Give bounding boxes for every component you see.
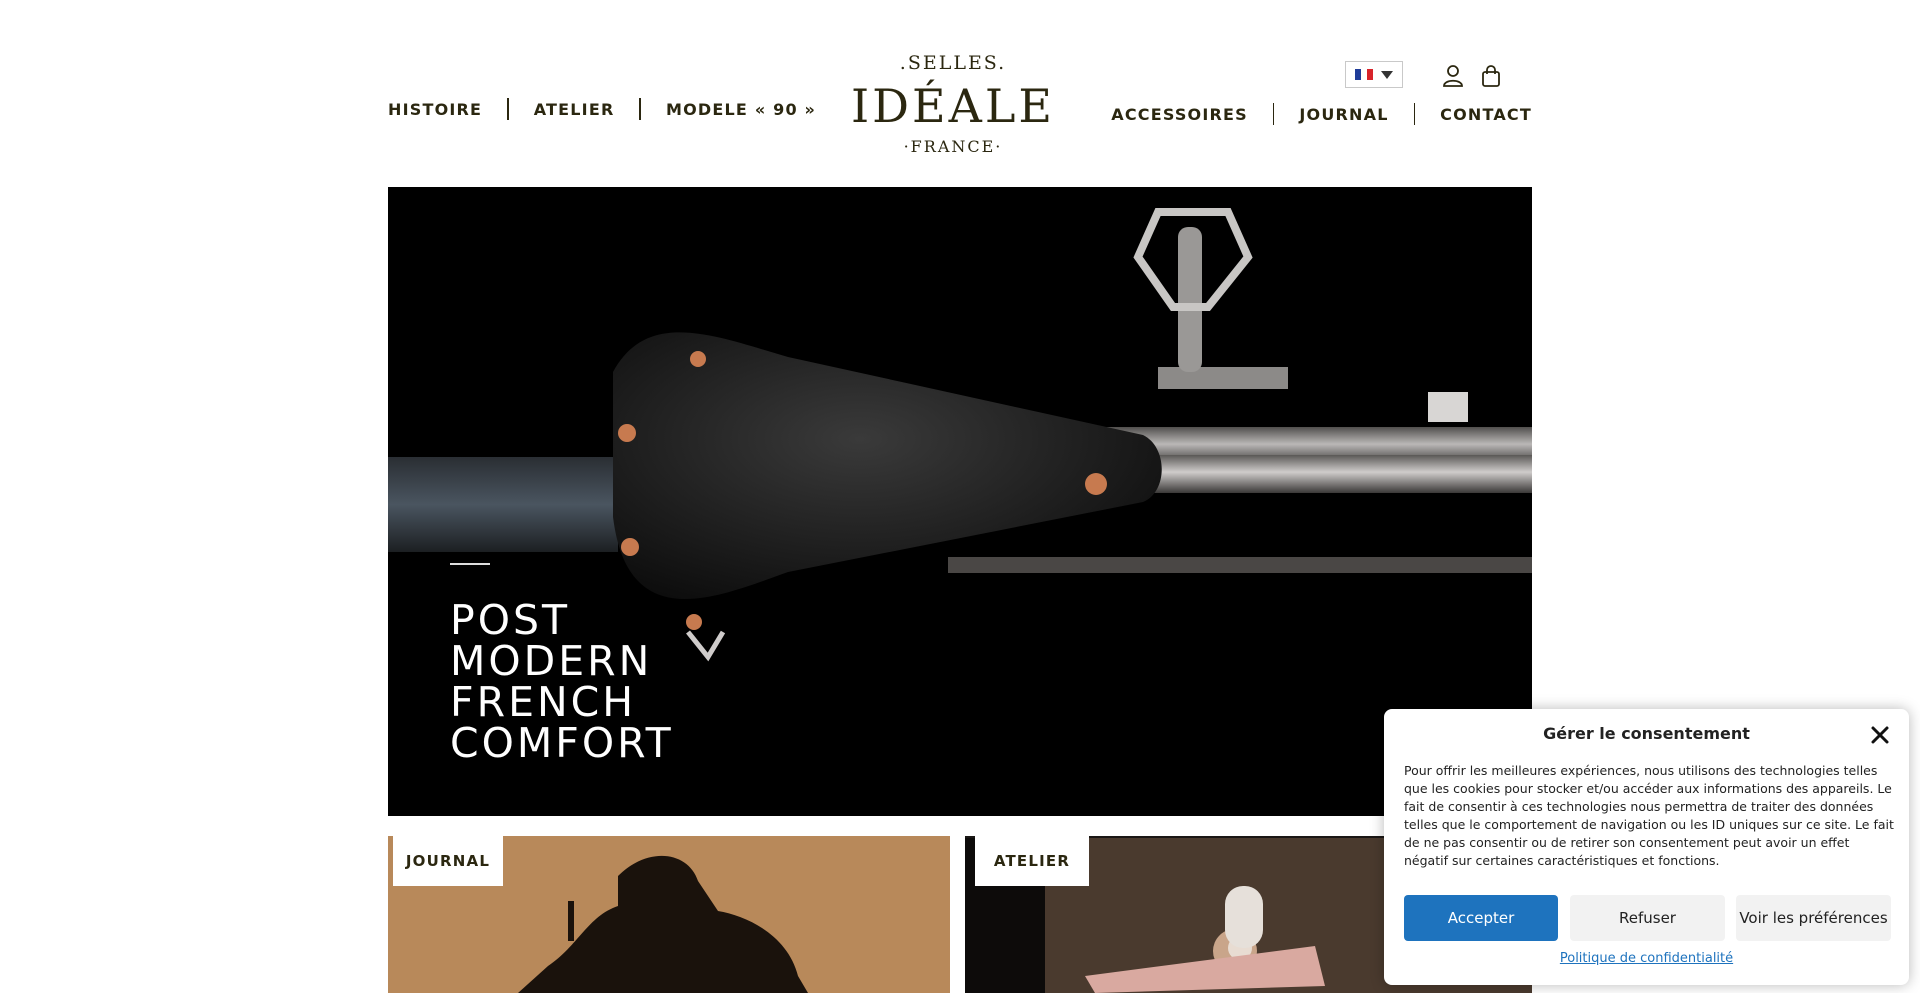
hero-title-line: FRENCH: [450, 678, 637, 726]
hero-accent-rule: [450, 563, 490, 565]
cart-icon[interactable]: [1480, 64, 1502, 88]
close-icon[interactable]: [1869, 724, 1891, 746]
site-header: HISTOIRE ATELIER MODELE « 90 » .SELLES. …: [0, 0, 1920, 170]
nav-link-histoire[interactable]: HISTOIRE: [388, 100, 482, 119]
hero-title: POST MODERN FRENCH COMFORT: [450, 600, 674, 764]
logo-selles: .SELLES.: [899, 52, 1007, 74]
language-selector[interactable]: [1345, 61, 1403, 88]
primary-nav-right: ACCESSOIRES JOURNAL CONTACT: [1111, 103, 1532, 125]
nav-divider: [639, 98, 641, 120]
journal-card[interactable]: JOURNAL: [388, 836, 950, 993]
hero-title-line: POST: [450, 596, 571, 644]
logo-france: ·FRANCE·: [903, 137, 1003, 156]
consent-message: Pour offrir les meilleures expériences, …: [1404, 763, 1894, 868]
france-flag-icon: [1355, 69, 1373, 80]
cookie-consent-dialog: Gérer le consentement Pour offrir les me…: [1384, 709, 1909, 985]
primary-nav-left: HISTOIRE ATELIER MODELE « 90 »: [388, 98, 816, 120]
refuse-button[interactable]: Refuser: [1570, 895, 1725, 941]
site-logo[interactable]: .SELLES. IDÉALE ·FRANCE·: [848, 52, 1058, 162]
logo-ideale: IDÉALE: [851, 79, 1055, 133]
nav-link-journal[interactable]: JOURNAL: [1299, 105, 1388, 124]
user-icon[interactable]: [1442, 64, 1464, 88]
nav-link-contact[interactable]: CONTACT: [1440, 105, 1532, 124]
nav-link-atelier[interactable]: ATELIER: [534, 100, 615, 119]
atelier-card-tag[interactable]: ATELIER: [975, 836, 1089, 886]
hero-banner: POST MODERN FRENCH COMFORT: [388, 187, 1532, 816]
hero-title-line: MODERN: [450, 637, 653, 685]
chevron-down-icon: [1381, 70, 1393, 79]
nav-divider: [1272, 103, 1275, 125]
hero-title-line: COMFORT: [450, 719, 674, 767]
journal-card-tag[interactable]: JOURNAL: [393, 836, 503, 886]
nav-link-modele-90[interactable]: MODELE « 90 »: [666, 100, 816, 119]
nav-divider: [507, 98, 509, 120]
nav-link-accessoires[interactable]: ACCESSOIRES: [1111, 105, 1248, 124]
nav-divider: [1413, 103, 1416, 125]
privacy-policy-link[interactable]: Politique de confidentialité: [1384, 951, 1909, 966]
accept-button[interactable]: Accepter: [1404, 895, 1558, 941]
view-preferences-button[interactable]: Voir les préférences: [1736, 895, 1891, 941]
consent-title: Gérer le consentement: [1543, 724, 1750, 743]
